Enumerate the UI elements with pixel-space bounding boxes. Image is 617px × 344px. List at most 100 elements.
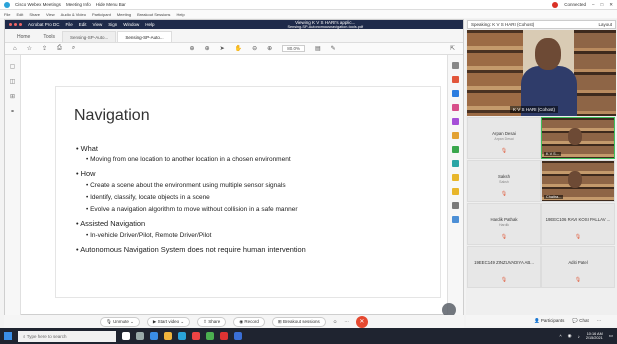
chat-button[interactable]: 💬 Chat xyxy=(572,318,588,324)
participants-button[interactable]: 👤 Participants xyxy=(534,318,564,324)
export-pdf-icon[interactable] xyxy=(452,76,459,83)
participant-tile[interactable]: 19EEC106 RAVI KOSI PALLAV ... 🎙 xyxy=(541,203,615,245)
zoom-out-icon[interactable]: ⊖ xyxy=(252,45,257,52)
menu-breakout[interactable]: Breakout Sessions xyxy=(137,12,170,17)
acrobat-menu-edit[interactable]: Edit xyxy=(79,22,87,27)
menu-participant[interactable]: Participant xyxy=(92,12,111,17)
zoom-level[interactable]: 80.0% xyxy=(282,45,305,52)
more-icon[interactable]: ⋯ xyxy=(344,319,349,325)
participant-tile[interactable]: Arpan Desai Arpan Desai 🎙 xyxy=(467,117,541,159)
menu-file[interactable]: File xyxy=(4,12,10,17)
acrobat-taskbar-icon[interactable] xyxy=(192,332,200,340)
more-tools-icon[interactable] xyxy=(452,202,459,209)
volume-icon[interactable]: ♪ xyxy=(578,334,580,339)
reactions-icon[interactable]: ☺ xyxy=(333,319,338,324)
zoom-tool-icon[interactable] xyxy=(452,62,459,69)
maximize-icon[interactable]: □ xyxy=(601,2,604,7)
menu-share[interactable]: Share xyxy=(29,12,40,17)
search-icon[interactable]: ⌕ xyxy=(72,45,75,52)
share-doc-icon[interactable]: ⇱ xyxy=(450,45,455,52)
acrobat-toolbar: ⌂ ☆ ⇪ ⎙ ⌕ ⊕ ⊕ ➤ ✋ ⊖ ⊕ 80.0% ▤ ✎ ⇱ xyxy=(5,43,463,55)
share-button[interactable]: ⇧ Share xyxy=(197,316,227,327)
fill-sign-icon[interactable] xyxy=(452,146,459,153)
menu-edit[interactable]: Edit xyxy=(16,12,23,17)
page-thumbnail-icon[interactable]: ▢ xyxy=(5,63,20,70)
close-icon[interactable]: ✕ xyxy=(609,2,613,8)
participant-tile-video[interactable]: Chaitra... xyxy=(541,160,615,202)
acrobat-menu-window[interactable]: Window xyxy=(123,22,139,27)
document-tab[interactable]: Sensing-SP-Auto... xyxy=(62,31,117,42)
bookmarks-panel-icon[interactable]: ◫ xyxy=(5,78,20,85)
edge-icon[interactable] xyxy=(150,332,158,340)
participant-tile[interactable]: Aditi Patel 🎙 xyxy=(541,246,615,288)
taskbar-search[interactable]: ⌕ Type here to search xyxy=(18,330,116,342)
connection-status[interactable]: Connected xyxy=(564,2,586,7)
acrobat-menu-help[interactable]: Help xyxy=(145,22,154,27)
file-explorer-icon[interactable] xyxy=(164,332,172,340)
layout-button[interactable]: Layout xyxy=(598,22,612,27)
breakout-button[interactable]: ⊞ Breakout sessions xyxy=(271,316,326,327)
start-video-button[interactable]: ▶ Start video ⌄ xyxy=(146,316,191,327)
acrobat-menu-file[interactable]: File xyxy=(66,22,73,27)
menu-audio-video[interactable]: Audio & Video xyxy=(61,12,86,17)
comment-icon[interactable]: ✎ xyxy=(331,45,336,52)
app-taskbar-icon[interactable] xyxy=(234,332,242,340)
participant-tile-video[interactable]: K V S... xyxy=(541,117,615,159)
protect-icon[interactable] xyxy=(452,160,459,167)
zoom-in-icon[interactable]: ⊕ xyxy=(267,45,272,52)
hide-menu-bar-button[interactable]: Hide Menu Bar xyxy=(96,2,126,7)
bookmark-icon[interactable]: ☆ xyxy=(27,45,32,52)
system-clock[interactable]: 10:16 AM 2/15/2021 xyxy=(586,332,603,341)
hand-tool-icon[interactable]: ✋ xyxy=(235,45,242,52)
document-tab-active[interactable]: Sensing-SP-Auto... xyxy=(117,31,172,42)
tray-chevron-icon[interactable]: ^ xyxy=(560,334,562,339)
print-icon[interactable]: ⎙ xyxy=(57,45,62,52)
meeting-controls: 🎙 Unmute ⌄ ▶ Start video ⌄ ⇧ Share ◉ Rec… xyxy=(4,315,464,328)
task-view-icon[interactable] xyxy=(136,332,144,340)
acrobat-menu-sign[interactable]: Sign xyxy=(108,22,117,27)
notifications-icon[interactable]: ▭ xyxy=(609,333,613,339)
nav-home[interactable]: Home xyxy=(11,31,36,42)
unmute-button[interactable]: 🎙 Unmute ⌄ xyxy=(100,316,140,327)
end-meeting-button[interactable]: ✕ xyxy=(355,315,368,328)
create-pdf-icon[interactable] xyxy=(452,90,459,97)
acrobat-menu-view[interactable]: View xyxy=(93,22,103,27)
scan-ocr-icon[interactable] xyxy=(452,174,459,181)
participant-tile[interactable]: 19EEC149 ZINZUVADIYA AB... 🎙 xyxy=(467,246,541,288)
upload-icon[interactable]: ⇪ xyxy=(42,45,47,52)
network-icon[interactable]: ◉ xyxy=(568,333,572,339)
webex-taskbar-icon[interactable] xyxy=(178,332,186,340)
cortana-icon[interactable] xyxy=(122,332,130,340)
right-tools-rail xyxy=(447,55,463,315)
record-button[interactable]: ◉ Record xyxy=(233,316,265,327)
menu-help[interactable]: Help xyxy=(176,12,184,17)
organize-pages-icon[interactable] xyxy=(452,118,459,125)
bullet-text: How xyxy=(80,169,96,178)
comment-tool-icon[interactable] xyxy=(452,132,459,139)
participant-face xyxy=(568,171,582,188)
participant-tile[interactable]: Hardik Pathak Hardik 🎙 xyxy=(467,203,541,245)
edit-pdf-icon[interactable] xyxy=(452,104,459,111)
app-taskbar-icon[interactable] xyxy=(220,332,228,340)
participant-tile[interactable]: Saksh Saksh 🎙 xyxy=(467,160,541,202)
windows-start-icon[interactable] xyxy=(4,332,12,340)
stamp-icon[interactable] xyxy=(452,188,459,195)
select-cursor-icon[interactable]: ➤ xyxy=(220,45,225,52)
meeting-info-button[interactable]: Meeting Info xyxy=(66,2,91,7)
home-icon[interactable]: ⌂ xyxy=(13,46,17,52)
active-speaker-video[interactable]: K V S HARI (Cohost) xyxy=(467,30,616,116)
menu-meeting[interactable]: Meeting xyxy=(117,12,131,17)
participant-name: Hardik Pathak xyxy=(490,217,518,222)
app-taskbar-icon[interactable] xyxy=(206,332,214,340)
fit-page-icon[interactable]: ▤ xyxy=(315,45,321,52)
nav-tools[interactable]: Tools xyxy=(37,31,61,42)
send-icon[interactable] xyxy=(452,216,459,223)
next-page-icon[interactable]: ⊕ xyxy=(205,45,210,52)
prev-page-icon[interactable]: ⊕ xyxy=(190,45,195,52)
menu-view[interactable]: View xyxy=(46,12,55,17)
attachments-icon[interactable]: ⊞ xyxy=(5,93,20,100)
more-options-icon[interactable]: ⋯ xyxy=(597,318,602,324)
link-icon[interactable]: ⚭ xyxy=(5,108,20,115)
minimize-icon[interactable]: – xyxy=(592,2,595,7)
window-controls[interactable] xyxy=(9,23,22,26)
